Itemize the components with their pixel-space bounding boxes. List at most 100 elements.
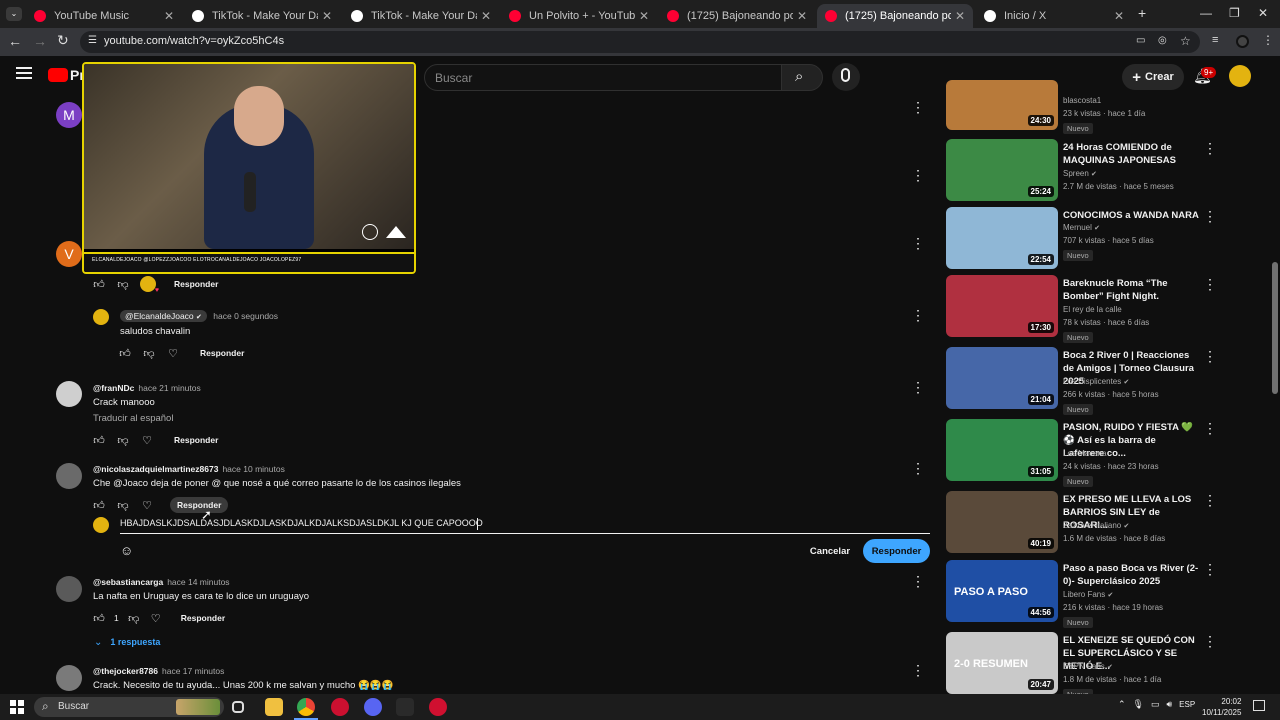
avatar[interactable] [56,381,82,407]
avatar[interactable] [56,463,82,489]
reload-icon[interactable]: ↻ [57,32,69,49]
browser-tab[interactable]: Inicio / X ✕ [976,4,1132,28]
recording-app-icon[interactable] [429,698,447,716]
reply-button[interactable]: Responder [174,435,218,445]
file-explorer-icon[interactable] [265,698,283,716]
avatar[interactable]: M [56,102,82,128]
video-menu-icon[interactable]: ⋮ [1203,492,1217,509]
video-channel[interactable]: Mernuel ✔ [1063,223,1100,232]
page-scrollbar[interactable] [1271,96,1280,694]
video-menu-icon[interactable]: ⋮ [1203,633,1217,650]
close-window-icon[interactable]: ✕ [1258,6,1268,20]
browser-tab[interactable]: TikTok - Make Your Day ✕ [343,4,499,28]
reply-input[interactable]: HBAJDASLKJDSALDASJDLASKDJLASKDJALKDJALKS… [120,518,483,528]
like-icon[interactable]: 👍︎ [92,498,106,512]
video-thumbnail[interactable]: 24:30 [946,80,1058,130]
opera-icon[interactable] [331,698,349,716]
site-info-icon[interactable]: ☰ [88,35,97,46]
comment-author[interactable]: @ElcanaldeJoaco ✔ hace 0 segundos [120,310,278,322]
avatar[interactable] [56,665,82,691]
video-menu-icon[interactable]: ⋮ [1203,276,1217,293]
chevron-up-icon[interactable]: ⌃ [1118,699,1126,710]
forward-icon[interactable]: → [33,33,47,49]
video-menu-icon[interactable]: ⋮ [1203,561,1217,578]
notification-center-icon[interactable] [1253,700,1265,711]
video-thumbnail[interactable]: 17:30 [946,275,1058,337]
microphone-icon[interactable]: 🎙︎ [1133,699,1144,710]
video-channel[interactable]: Los Displicentes ✔ [1063,377,1129,386]
video-channel[interactable]: blascosta1 [1063,96,1101,105]
comment-author[interactable]: @thejocker8786 hace 17 minutos [93,666,224,676]
hamburger-menu-icon[interactable] [16,67,32,79]
tab-close-icon[interactable]: ✕ [164,9,174,23]
voice-search-button[interactable] [832,63,860,91]
emoji-icon[interactable]: ☺ [120,543,133,558]
search-button[interactable]: ⌕ [781,64,823,91]
comment-menu-icon[interactable]: ⋮ [911,380,925,394]
discord-icon[interactable] [364,698,382,716]
video-thumbnail[interactable]: 21:04 [946,347,1058,409]
browser-tab[interactable]: YouTube Music ✕ [26,4,182,28]
taskbar-search[interactable]: ⌕ Buscar [34,697,224,717]
video-title[interactable]: Bareknucle Roma “The Bomber” Fight Night… [1063,277,1199,303]
video-channel[interactable]: ESPN Fans ✔ [1063,662,1113,671]
like-icon[interactable]: 👍︎ [118,346,132,360]
browser-tab[interactable]: (1725) Bajoneando por URUGU ✕ [659,4,815,28]
comment-menu-icon[interactable]: ⋮ [911,574,925,588]
clock[interactable]: 20:02 10/11/2025 [1202,696,1241,718]
dislike-icon[interactable]: 👎︎ [127,611,141,625]
browser-tab[interactable]: (1725) Bajoneando por URUGU ✕ [817,4,973,28]
comment-author[interactable]: @franNDc hace 21 minutos [93,383,201,393]
video-menu-icon[interactable]: ⋮ [1203,208,1217,225]
video-channel[interactable]: Los Macana [1063,449,1107,458]
volume-icon[interactable]: 🔊︎ [1167,699,1173,710]
search-input[interactable]: Buscar [424,64,782,91]
eye-off-icon[interactable]: ◎ [1158,35,1167,46]
profile-icon[interactable] [1236,35,1249,48]
reply-button[interactable]: Responder [170,497,229,513]
dislike-icon[interactable]: 👎︎ [116,433,130,447]
video-menu-icon[interactable]: ⋮ [1203,348,1217,365]
like-icon[interactable]: 👍︎ [92,277,106,291]
tab-close-icon[interactable]: ✕ [955,9,965,23]
video-menu-icon[interactable]: ⋮ [1203,140,1217,157]
tab-close-icon[interactable]: ✕ [1114,9,1124,23]
translate-link[interactable]: Traducir al español [93,413,173,424]
avatar[interactable] [93,309,109,325]
video-channel[interactable]: Libero Fans ✔ [1063,590,1113,599]
comment-menu-icon[interactable]: ⋮ [911,236,925,250]
video-title[interactable]: CONOCIMOS a WANDA NARA [1063,209,1199,222]
back-icon[interactable]: ← [8,33,22,49]
dislike-icon[interactable]: 👎︎ [142,346,156,360]
video-thumbnail[interactable]: 31:05 [946,419,1058,481]
video-thumbnail[interactable]: 25:24 [946,139,1058,201]
mini-player[interactable]: ELCANALDEJOACO @LOPEZZJOACOO ELOTROCANAL… [82,62,416,274]
tab-close-icon[interactable]: ✕ [797,9,807,23]
maximize-icon[interactable]: ❐ [1229,6,1240,20]
minimize-icon[interactable]: — [1200,6,1212,20]
comment-author[interactable]: @nicolaszadquielmartinez8673 hace 10 minu… [93,464,285,474]
like-icon[interactable]: 👍︎ [92,433,106,447]
bookmark-star-icon[interactable]: ☆ [1180,34,1191,48]
tab-close-icon[interactable]: ✕ [481,9,491,23]
heart-icon[interactable]: ♡ [166,346,180,360]
comment-menu-icon[interactable]: ⋮ [911,461,925,475]
dislike-icon[interactable]: 👎︎ [116,498,130,512]
reply-button[interactable]: Responder [181,613,225,623]
tab-search-icon[interactable]: ⌄ [6,7,22,21]
video-channel[interactable]: El rey de la calle [1063,305,1122,314]
media-control-icon[interactable]: ≡ [1212,34,1218,46]
task-view-icon[interactable] [232,701,244,713]
browser-menu-icon[interactable]: ⋮ [1262,33,1274,47]
video-channel[interactable]: Zazza el Italiano ✔ [1063,521,1129,530]
comment-menu-icon[interactable]: ⋮ [911,100,925,114]
url-field[interactable]: ☰ youtube.com/watch?v=oykZco5hC4s ▭ ◎ ☆ [80,31,1200,53]
heart-icon[interactable]: ♡ [140,433,154,447]
video-thumbnail[interactable]: 2-0 RESUMEN 20:47 [946,632,1058,694]
youtube-logo[interactable]: Pr [48,67,85,83]
scrollbar-thumb[interactable] [1272,262,1278,394]
comment-author[interactable]: @sebastiancarga hace 14 minutos [93,577,230,587]
video-thumbnail[interactable]: 40:19 [946,491,1058,553]
browser-tab[interactable]: TikTok - Make Your Day ✕ [184,4,340,28]
video-thumbnail[interactable]: 22:54 [946,207,1058,269]
